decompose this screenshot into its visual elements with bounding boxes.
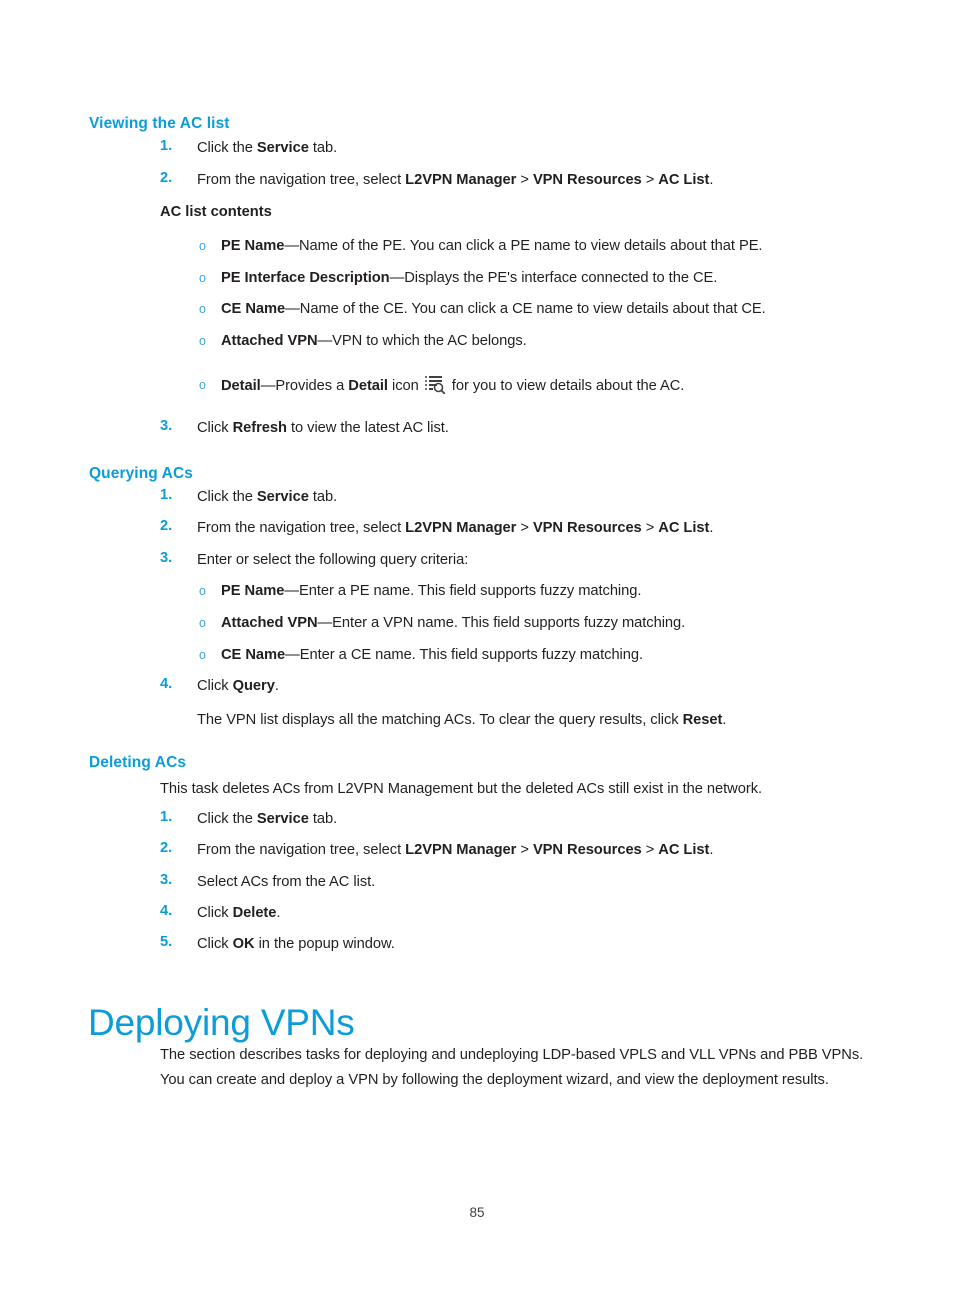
step-number: 3. [160, 872, 173, 888]
step-number: 2. [160, 518, 173, 534]
bullet-marker: o [199, 378, 206, 392]
step-text: Click Refresh to view the latest AC list… [197, 420, 449, 436]
chapter-paragraph-line-1: The section describes tasks for deployin… [160, 1047, 864, 1063]
bullet-text: Detail—Provides a Detail icon for you to… [221, 375, 684, 397]
bullet-marker: o [199, 271, 206, 285]
step-text: Click Query. [197, 678, 279, 694]
step-text: From the navigation tree, select L2VPN M… [197, 520, 714, 536]
bullet-text: Attached VPN—Enter a VPN name. This fiel… [221, 615, 686, 631]
step-text: Click OK in the popup window. [197, 936, 395, 952]
step-text: Click the Service tab. [197, 811, 338, 827]
section-heading-deleting-acs: Deleting ACs [89, 753, 187, 771]
document-page: Viewing the AC list 1. Click the Service… [0, 0, 954, 1296]
step-number: 2. [160, 840, 173, 856]
step-text: Click the Service tab. [197, 489, 338, 505]
bullet-marker: o [199, 648, 206, 662]
bullet-text: CE Name—Enter a CE name. This field supp… [221, 647, 644, 663]
chapter-paragraph-line-2: You can create and deploy a VPN by follo… [160, 1072, 829, 1088]
chapter-title-deploying-vpns: Deploying VPNs [88, 1001, 355, 1043]
step-text: From the navigation tree, select L2VPN M… [197, 172, 714, 188]
bullet-text: CE Name—Name of the CE. You can click a … [221, 301, 766, 317]
step-text: From the navigation tree, select L2VPN M… [197, 842, 714, 858]
step-number: 5. [160, 934, 173, 950]
page-number: 85 [469, 1205, 485, 1220]
query-result-note: The VPN list displays all the matching A… [197, 712, 727, 728]
step-text: Click the Service tab. [197, 140, 338, 156]
step-number: 3. [160, 550, 173, 566]
step-number: 4. [160, 676, 173, 692]
bullet-marker: o [199, 616, 206, 630]
bullet-text: PE Name—Name of the PE. You can click a … [221, 238, 763, 254]
step-number: 1. [160, 138, 173, 154]
bullet-text: PE Name—Enter a PE name. This field supp… [221, 583, 642, 599]
bullet-marker: o [199, 334, 206, 348]
bullet-marker: o [199, 584, 206, 598]
bullet-marker: o [199, 302, 206, 316]
bullet-text: Attached VPN—VPN to which the AC belongs… [221, 333, 527, 349]
detail-list-magnifier-icon [424, 375, 446, 395]
section-heading-querying-acs: Querying ACs [89, 464, 193, 482]
step-number: 1. [160, 487, 173, 503]
step-number: 4. [160, 903, 173, 919]
sub-heading-ac-list-contents: AC list contents [160, 204, 272, 220]
step-number: 1. [160, 809, 173, 825]
step-text: Select ACs from the AC list. [197, 874, 376, 890]
bullet-text: PE Interface Description—Displays the PE… [221, 270, 718, 286]
bullet-marker: o [199, 239, 206, 253]
section-heading-viewing-the-ac-list: Viewing the AC list [89, 114, 230, 132]
step-number: 3. [160, 418, 173, 434]
step-text: Click Delete. [197, 905, 281, 921]
deleting-acs-intro: This task deletes ACs from L2VPN Managem… [160, 781, 763, 797]
step-number: 2. [160, 170, 173, 186]
step-text: Enter or select the following query crit… [197, 552, 469, 568]
